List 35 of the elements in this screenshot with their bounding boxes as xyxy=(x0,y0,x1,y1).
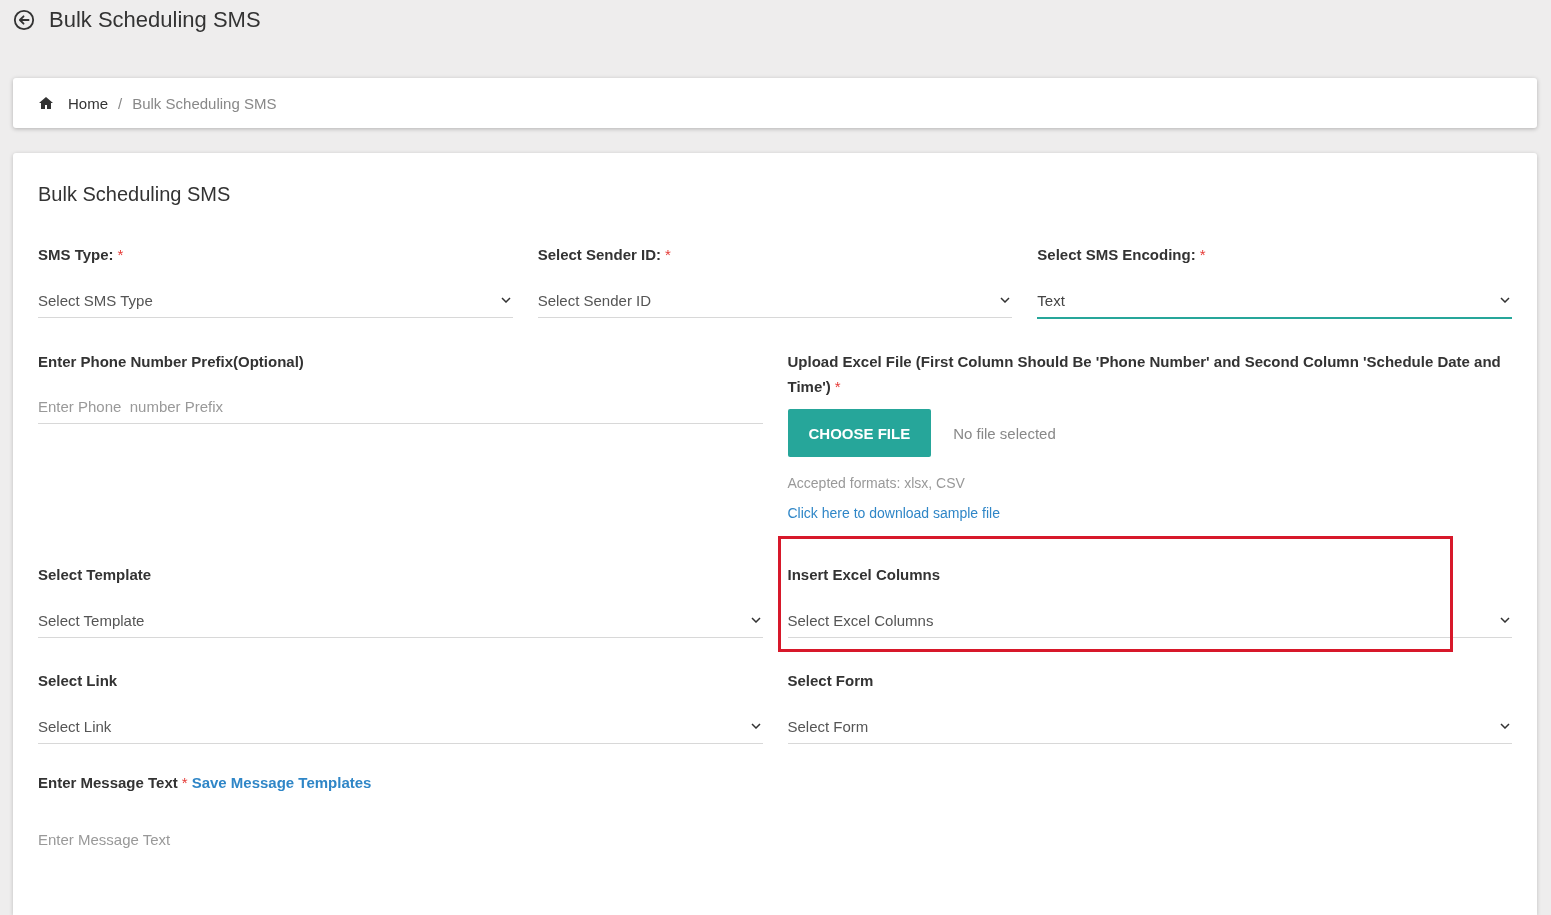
field-label: Select SMS Encoding: * xyxy=(1037,246,1206,263)
breadcrumb-link[interactable]: Home xyxy=(68,94,108,112)
select-field[interactable]: Select Template xyxy=(38,603,763,638)
page-title: Bulk Scheduling SMS xyxy=(49,7,261,33)
select-field[interactable]: Select SMS Type xyxy=(38,283,513,318)
format-hint: Accepted formats: xlsx, CSV xyxy=(787,475,966,491)
file-status: No file selected xyxy=(953,424,1056,442)
download-link[interactable]: Click here to download sample file xyxy=(787,505,1000,521)
field-label: Select Sender ID: * xyxy=(537,246,671,263)
chevron-down-icon xyxy=(750,723,761,729)
field-label: Insert Excel Columns xyxy=(787,566,941,583)
back-icon[interactable] xyxy=(13,9,35,31)
field-label: Enter Phone Number Prefix(Optional) xyxy=(38,353,304,370)
breadcrumb-current: Bulk Scheduling SMS xyxy=(132,94,277,112)
chevron-down-icon xyxy=(500,297,511,303)
chevron-down-icon xyxy=(1500,723,1510,729)
field-label: SMS Type: * xyxy=(38,246,124,263)
breadcrumb-separator: / xyxy=(118,94,123,112)
select-field[interactable]: Select Excel Columns xyxy=(787,603,1512,638)
form-title: Bulk Scheduling SMS xyxy=(38,183,232,206)
field-label: Upload Excel File (First Column Should Be 'Phone Number' and Second Column 'Schedule Date and Time') * xyxy=(787,353,1501,395)
select-field[interactable]: Text xyxy=(1037,283,1512,319)
select-field[interactable]: Select Link xyxy=(38,709,763,744)
select-field[interactable]: Select Sender ID xyxy=(537,283,1013,318)
chevron-down-icon xyxy=(1500,297,1510,303)
field-label: Select Template xyxy=(38,566,152,583)
field-label: Select Form xyxy=(787,672,874,689)
select-field[interactable]: Select Form xyxy=(787,709,1512,744)
chevron-down-icon xyxy=(1000,297,1011,303)
home-icon[interactable] xyxy=(38,96,54,110)
field-label: Select Link xyxy=(38,672,118,689)
save-templates-link[interactable]: Save Message Templates xyxy=(191,774,372,791)
chevron-down-icon xyxy=(1500,617,1510,623)
chevron-down-icon xyxy=(750,617,761,623)
field-label: Enter Message Text * xyxy=(38,774,188,791)
